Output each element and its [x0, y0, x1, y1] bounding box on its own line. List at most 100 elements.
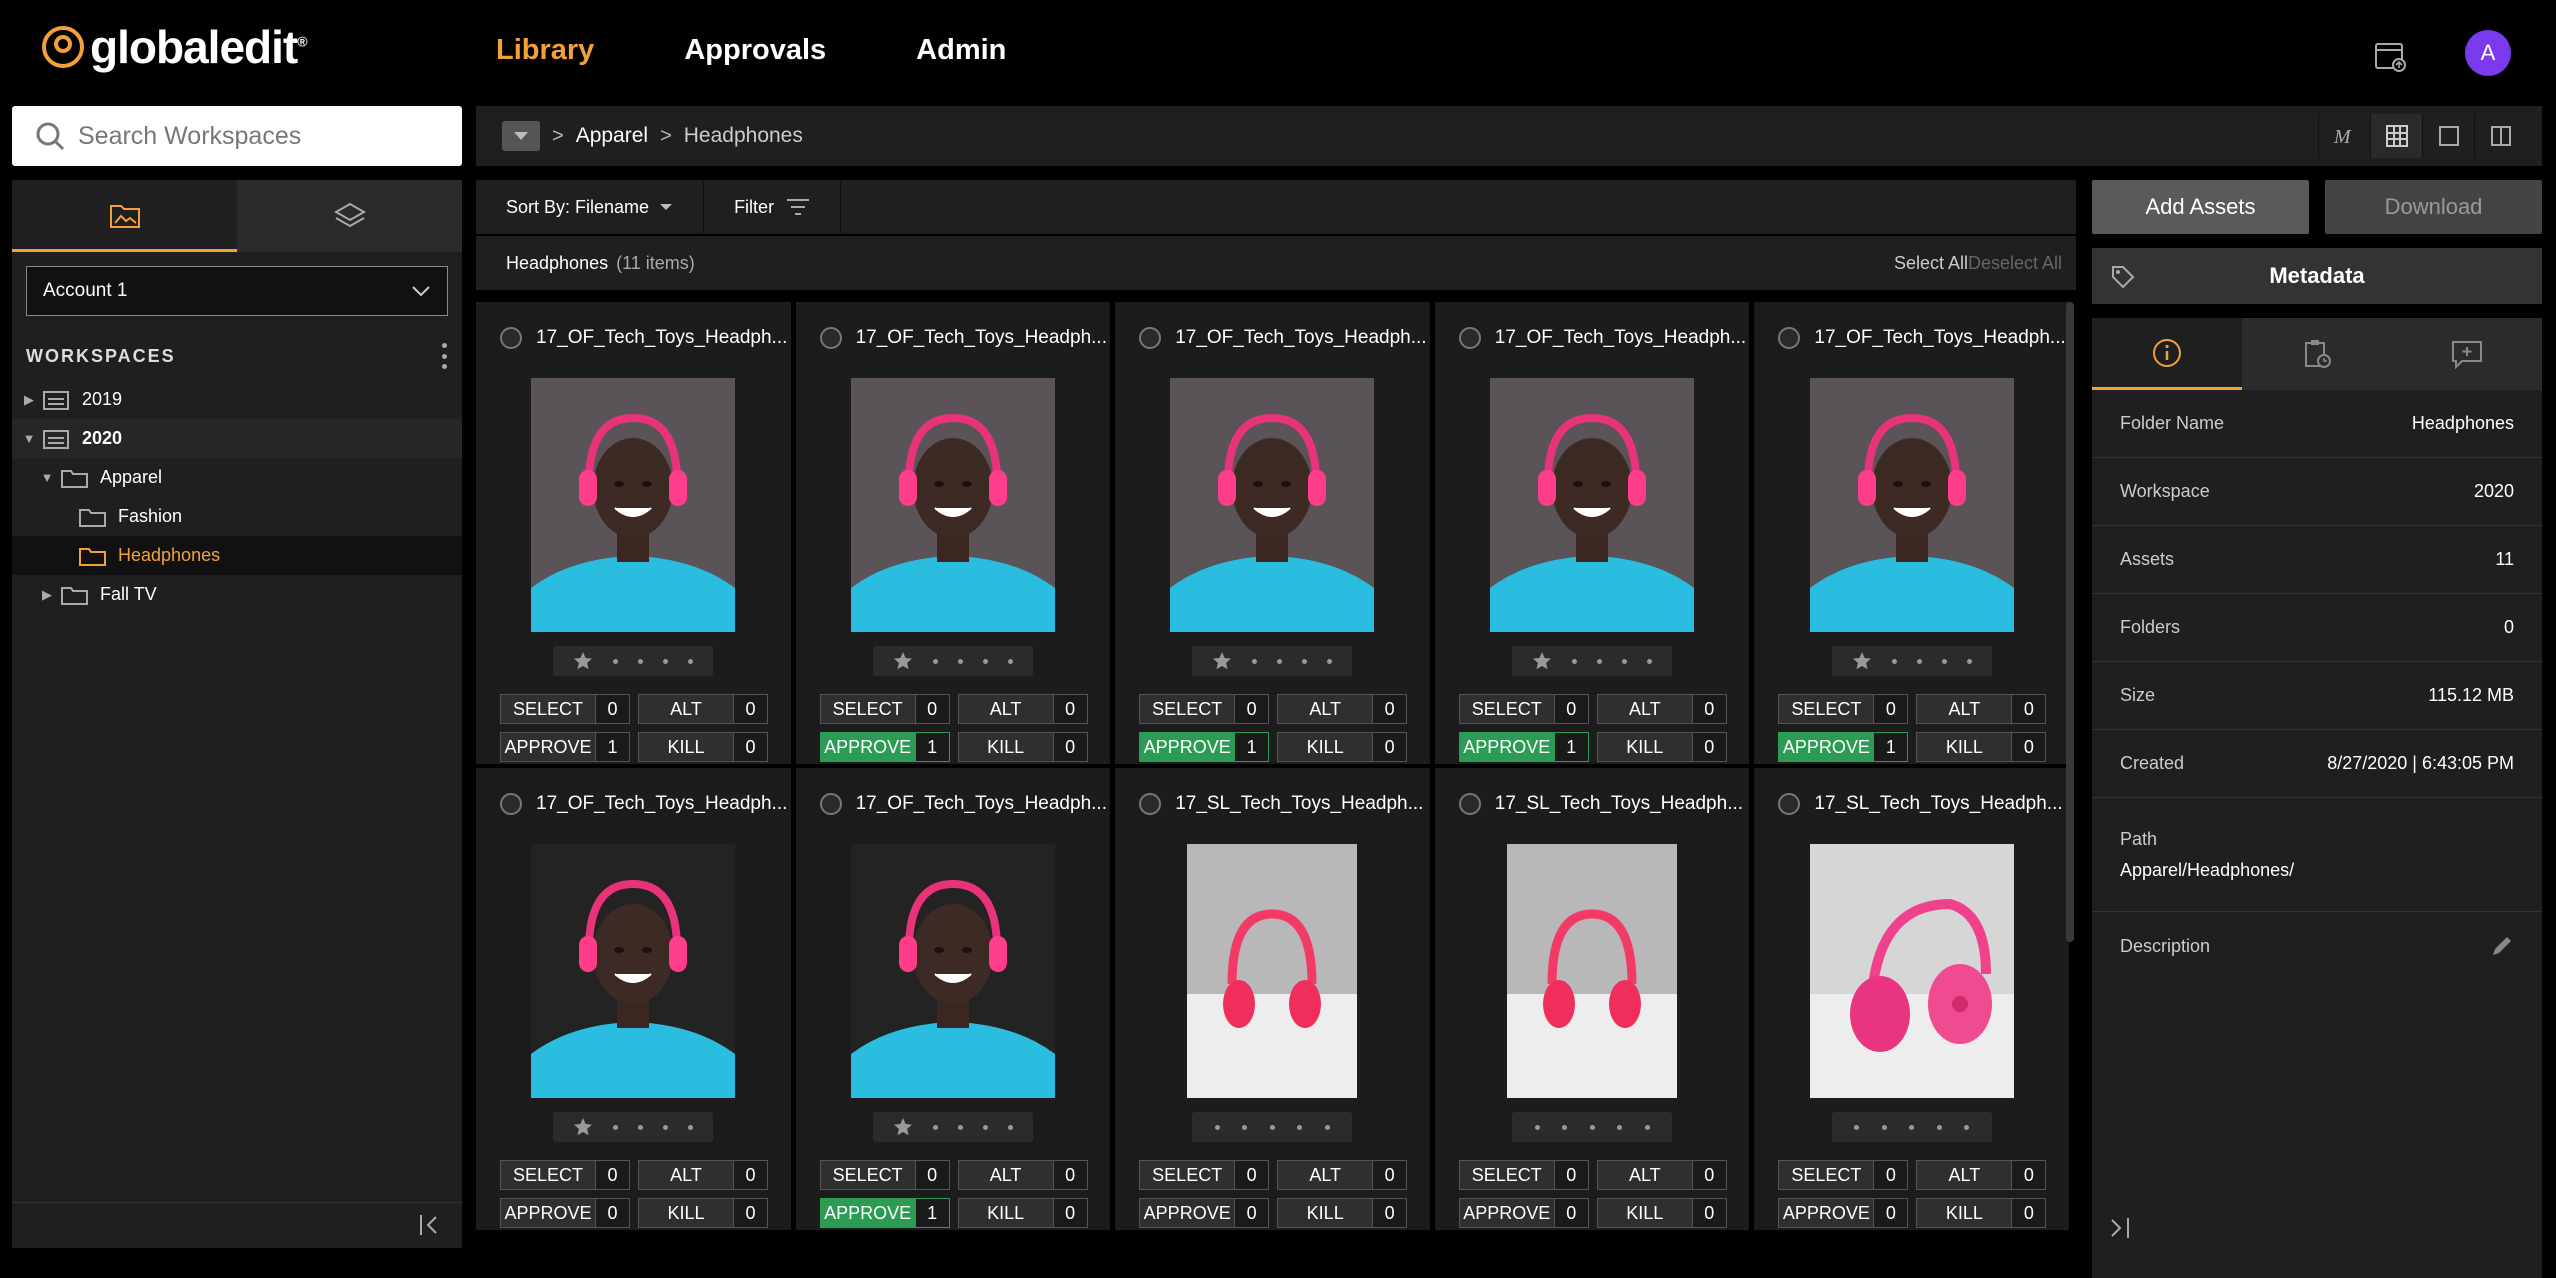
- asset-select-radio[interactable]: [1139, 327, 1162, 349]
- rating-dot[interactable]: [1617, 1124, 1623, 1130]
- rating-dot[interactable]: [957, 658, 963, 664]
- star-icon[interactable]: [1852, 651, 1872, 671]
- caret-down-icon[interactable]: ▼: [20, 431, 38, 446]
- star-icon[interactable]: [573, 1117, 593, 1137]
- alt-vote-button[interactable]: ALT 0: [1277, 1160, 1408, 1190]
- alt-vote-button[interactable]: ALT 0: [957, 1160, 1088, 1190]
- alt-vote-button[interactable]: ALT 0: [1596, 694, 1727, 724]
- asset-thumbnail[interactable]: [1754, 378, 2069, 632]
- rating-dot[interactable]: [1854, 1124, 1860, 1130]
- asset-card[interactable]: 17_SL_Tech_Toys_Headph... SELECT 0 ALT 0 A…: [1115, 768, 1431, 1230]
- kill-vote-button[interactable]: KILL 0: [638, 1198, 768, 1228]
- rating-dot[interactable]: [1252, 658, 1258, 664]
- more-options-icon[interactable]: [442, 343, 448, 369]
- approve-vote-button[interactable]: APPROVE 0: [1139, 1198, 1270, 1228]
- user-avatar[interactable]: A: [2465, 30, 2511, 76]
- account-select[interactable]: Account 1: [26, 266, 448, 316]
- tab-comments[interactable]: [2392, 318, 2542, 390]
- collapse-sidebar-icon[interactable]: [416, 1211, 444, 1239]
- rating-dot[interactable]: [1007, 658, 1013, 664]
- asset-thumbnail[interactable]: [476, 378, 791, 632]
- kill-vote-button[interactable]: KILL 0: [1596, 732, 1727, 762]
- asset-card[interactable]: 17_OF_Tech_Toys_Headph... SELECT 0 ALT 0 A…: [476, 768, 792, 1230]
- rating-dot[interactable]: [1324, 1124, 1330, 1130]
- select-vote-button[interactable]: SELECT 0: [819, 694, 950, 724]
- rating-dot[interactable]: [957, 1124, 963, 1130]
- tree-item-2020[interactable]: ▼ 2020: [12, 419, 462, 458]
- approve-vote-button[interactable]: APPROVE 1: [1139, 732, 1270, 762]
- kill-vote-button[interactable]: KILL 0: [638, 732, 768, 762]
- star-rating[interactable]: [553, 1112, 714, 1142]
- star-icon[interactable]: [893, 651, 913, 671]
- select-vote-button[interactable]: SELECT 0: [1778, 694, 1909, 724]
- tree-item-apparel[interactable]: ▼ Apparel: [12, 458, 462, 497]
- rating-dot[interactable]: [1891, 658, 1897, 664]
- rating-dot[interactable]: [1534, 1124, 1540, 1130]
- breadcrumb-headphones[interactable]: Headphones: [684, 124, 803, 148]
- alt-vote-button[interactable]: ALT 0: [1596, 1160, 1727, 1190]
- rating-dot[interactable]: [1562, 1124, 1568, 1130]
- asset-select-radio[interactable]: [819, 327, 842, 349]
- breadcrumb-root-dropdown[interactable]: [502, 121, 540, 151]
- asset-select-radio[interactable]: [1458, 327, 1481, 349]
- star-icon[interactable]: [1532, 651, 1552, 671]
- view-single-button[interactable]: [2422, 114, 2474, 158]
- rating-dot[interactable]: [1647, 658, 1653, 664]
- asset-thumbnail[interactable]: [796, 378, 1111, 632]
- tab-layers[interactable]: [237, 180, 462, 252]
- approve-vote-button[interactable]: APPROVE 0: [500, 1198, 630, 1228]
- asset-thumbnail[interactable]: [1754, 844, 2069, 1098]
- asset-thumbnail[interactable]: [1115, 378, 1430, 632]
- star-icon[interactable]: [573, 651, 593, 671]
- search-input[interactable]: [78, 121, 462, 151]
- caret-right-icon[interactable]: ▶: [38, 587, 56, 603]
- asset-card[interactable]: 17_SL_Tech_Toys_Headph... SELECT 0 ALT 0 A…: [1754, 768, 2070, 1230]
- tree-item-fashion[interactable]: Fashion: [12, 497, 462, 536]
- download-button[interactable]: Download: [2325, 180, 2542, 234]
- asset-card[interactable]: 17_OF_Tech_Toys_Headph... SELECT 0 ALT 0 A…: [795, 768, 1112, 1230]
- alt-vote-button[interactable]: ALT 0: [1916, 1160, 2047, 1190]
- tree-item-fall-tv[interactable]: ▶ Fall TV: [12, 575, 462, 614]
- asset-select-radio[interactable]: [819, 793, 842, 815]
- select-vote-button[interactable]: SELECT 0: [1458, 694, 1589, 724]
- rating-dot[interactable]: [688, 658, 694, 664]
- view-compare-button[interactable]: [2474, 114, 2526, 158]
- rating-dot[interactable]: [1269, 1124, 1275, 1130]
- kill-vote-button[interactable]: KILL 0: [1277, 1198, 1408, 1228]
- rating-dot[interactable]: [1936, 1124, 1942, 1130]
- view-grid-button[interactable]: [2370, 114, 2422, 158]
- select-all-link[interactable]: Select All: [1894, 253, 1968, 274]
- star-rating[interactable]: [1831, 1112, 1992, 1142]
- alt-vote-button[interactable]: ALT 0: [1277, 694, 1408, 724]
- rating-dot[interactable]: [1597, 658, 1603, 664]
- approve-vote-button[interactable]: APPROVE 1: [819, 732, 950, 762]
- rating-dot[interactable]: [1302, 658, 1308, 664]
- caret-right-icon[interactable]: ▶: [20, 392, 38, 408]
- rating-dot[interactable]: [613, 658, 619, 664]
- select-vote-button[interactable]: SELECT 0: [819, 1160, 950, 1190]
- rating-dot[interactable]: [982, 1124, 988, 1130]
- star-icon[interactable]: [1212, 651, 1232, 671]
- asset-select-radio[interactable]: [1778, 327, 1801, 349]
- sort-dropdown[interactable]: Sort By: Filename: [476, 180, 705, 234]
- rating-dot[interactable]: [688, 1124, 694, 1130]
- rating-dot[interactable]: [1964, 1124, 1970, 1130]
- breadcrumb-apparel[interactable]: Apparel: [576, 124, 648, 148]
- alt-vote-button[interactable]: ALT 0: [638, 694, 768, 724]
- star-rating[interactable]: [1192, 1112, 1353, 1142]
- edit-pencil-icon[interactable]: [2490, 934, 2514, 958]
- star-rating[interactable]: [1512, 1112, 1673, 1142]
- rating-dot[interactable]: [982, 658, 988, 664]
- approve-vote-button[interactable]: APPROVE 1: [1458, 732, 1589, 762]
- rating-dot[interactable]: [1909, 1124, 1915, 1130]
- asset-select-radio[interactable]: [1778, 793, 1801, 815]
- kill-vote-button[interactable]: KILL 0: [1916, 732, 2047, 762]
- star-rating[interactable]: [1192, 646, 1353, 676]
- rating-dot[interactable]: [1644, 1124, 1650, 1130]
- star-icon[interactable]: [893, 1117, 913, 1137]
- star-rating[interactable]: [1831, 646, 1992, 676]
- nav-library[interactable]: Library: [496, 34, 594, 67]
- rating-dot[interactable]: [1916, 658, 1922, 664]
- caret-down-icon[interactable]: ▼: [38, 470, 56, 485]
- asset-card[interactable]: 17_OF_Tech_Toys_Headph... SELECT 0 ALT 0 A…: [1754, 302, 2070, 764]
